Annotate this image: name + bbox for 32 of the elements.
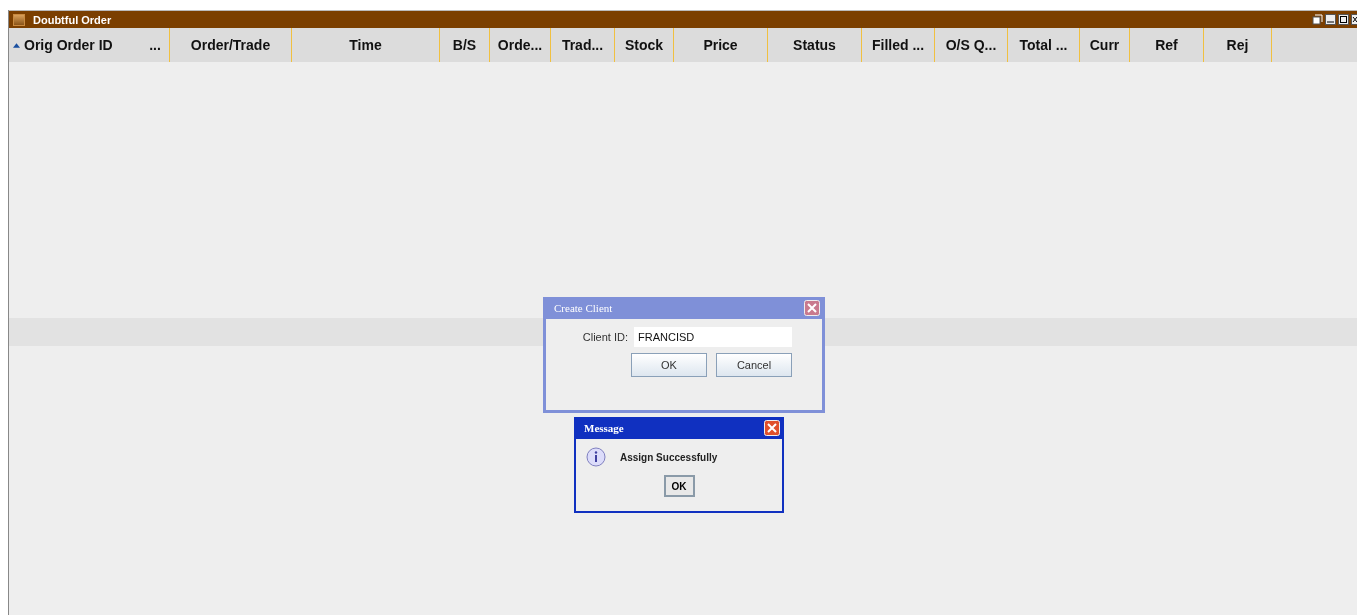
column-header[interactable]: Status — [767, 28, 861, 62]
column-header[interactable]: Total ... — [1007, 28, 1079, 62]
restore-icon[interactable] — [1312, 14, 1323, 25]
window-title: Doubtful Order — [33, 13, 112, 26]
column-header[interactable]: O/S Q... — [934, 28, 1007, 62]
field-label: Client ID: — [582, 331, 628, 343]
column-header[interactable]: Price — [673, 28, 767, 62]
message-text: Assign Successfully — [620, 451, 718, 463]
cancel-button[interactable]: Cancel — [716, 353, 792, 377]
ok-button[interactable]: OK — [663, 475, 695, 497]
column-header[interactable]: Time — [291, 28, 439, 62]
column-header[interactable]: Rej — [1203, 28, 1271, 62]
dialog-title: Create Client — [554, 302, 613, 314]
maximize-icon[interactable] — [1338, 14, 1349, 25]
window-icon — [13, 13, 25, 26]
ok-button[interactable]: OK — [631, 353, 707, 377]
column-header[interactable]: Curr — [1079, 28, 1129, 62]
info-icon — [586, 447, 606, 467]
column-header[interactable]: B/S — [439, 28, 489, 62]
column-header[interactable]: Order/Trade — [169, 28, 291, 62]
column-header[interactable]: Stock — [614, 28, 673, 62]
column-header[interactable]: Ref — [1129, 28, 1203, 62]
minimize-icon[interactable] — [1325, 14, 1336, 25]
column-header[interactable]: Filled ... — [861, 28, 934, 62]
close-icon[interactable] — [1351, 14, 1357, 25]
column-header[interactable]: Orig Order ID — [9, 28, 141, 62]
column-header[interactable]: ... — [141, 28, 169, 62]
dialog-title: Message — [584, 422, 624, 434]
sort-ascending-icon — [13, 42, 20, 48]
column-header[interactable]: Orde... — [489, 28, 550, 62]
client-id-field[interactable]: FRANCISD — [634, 327, 792, 347]
column-header[interactable]: Trad... — [550, 28, 614, 62]
